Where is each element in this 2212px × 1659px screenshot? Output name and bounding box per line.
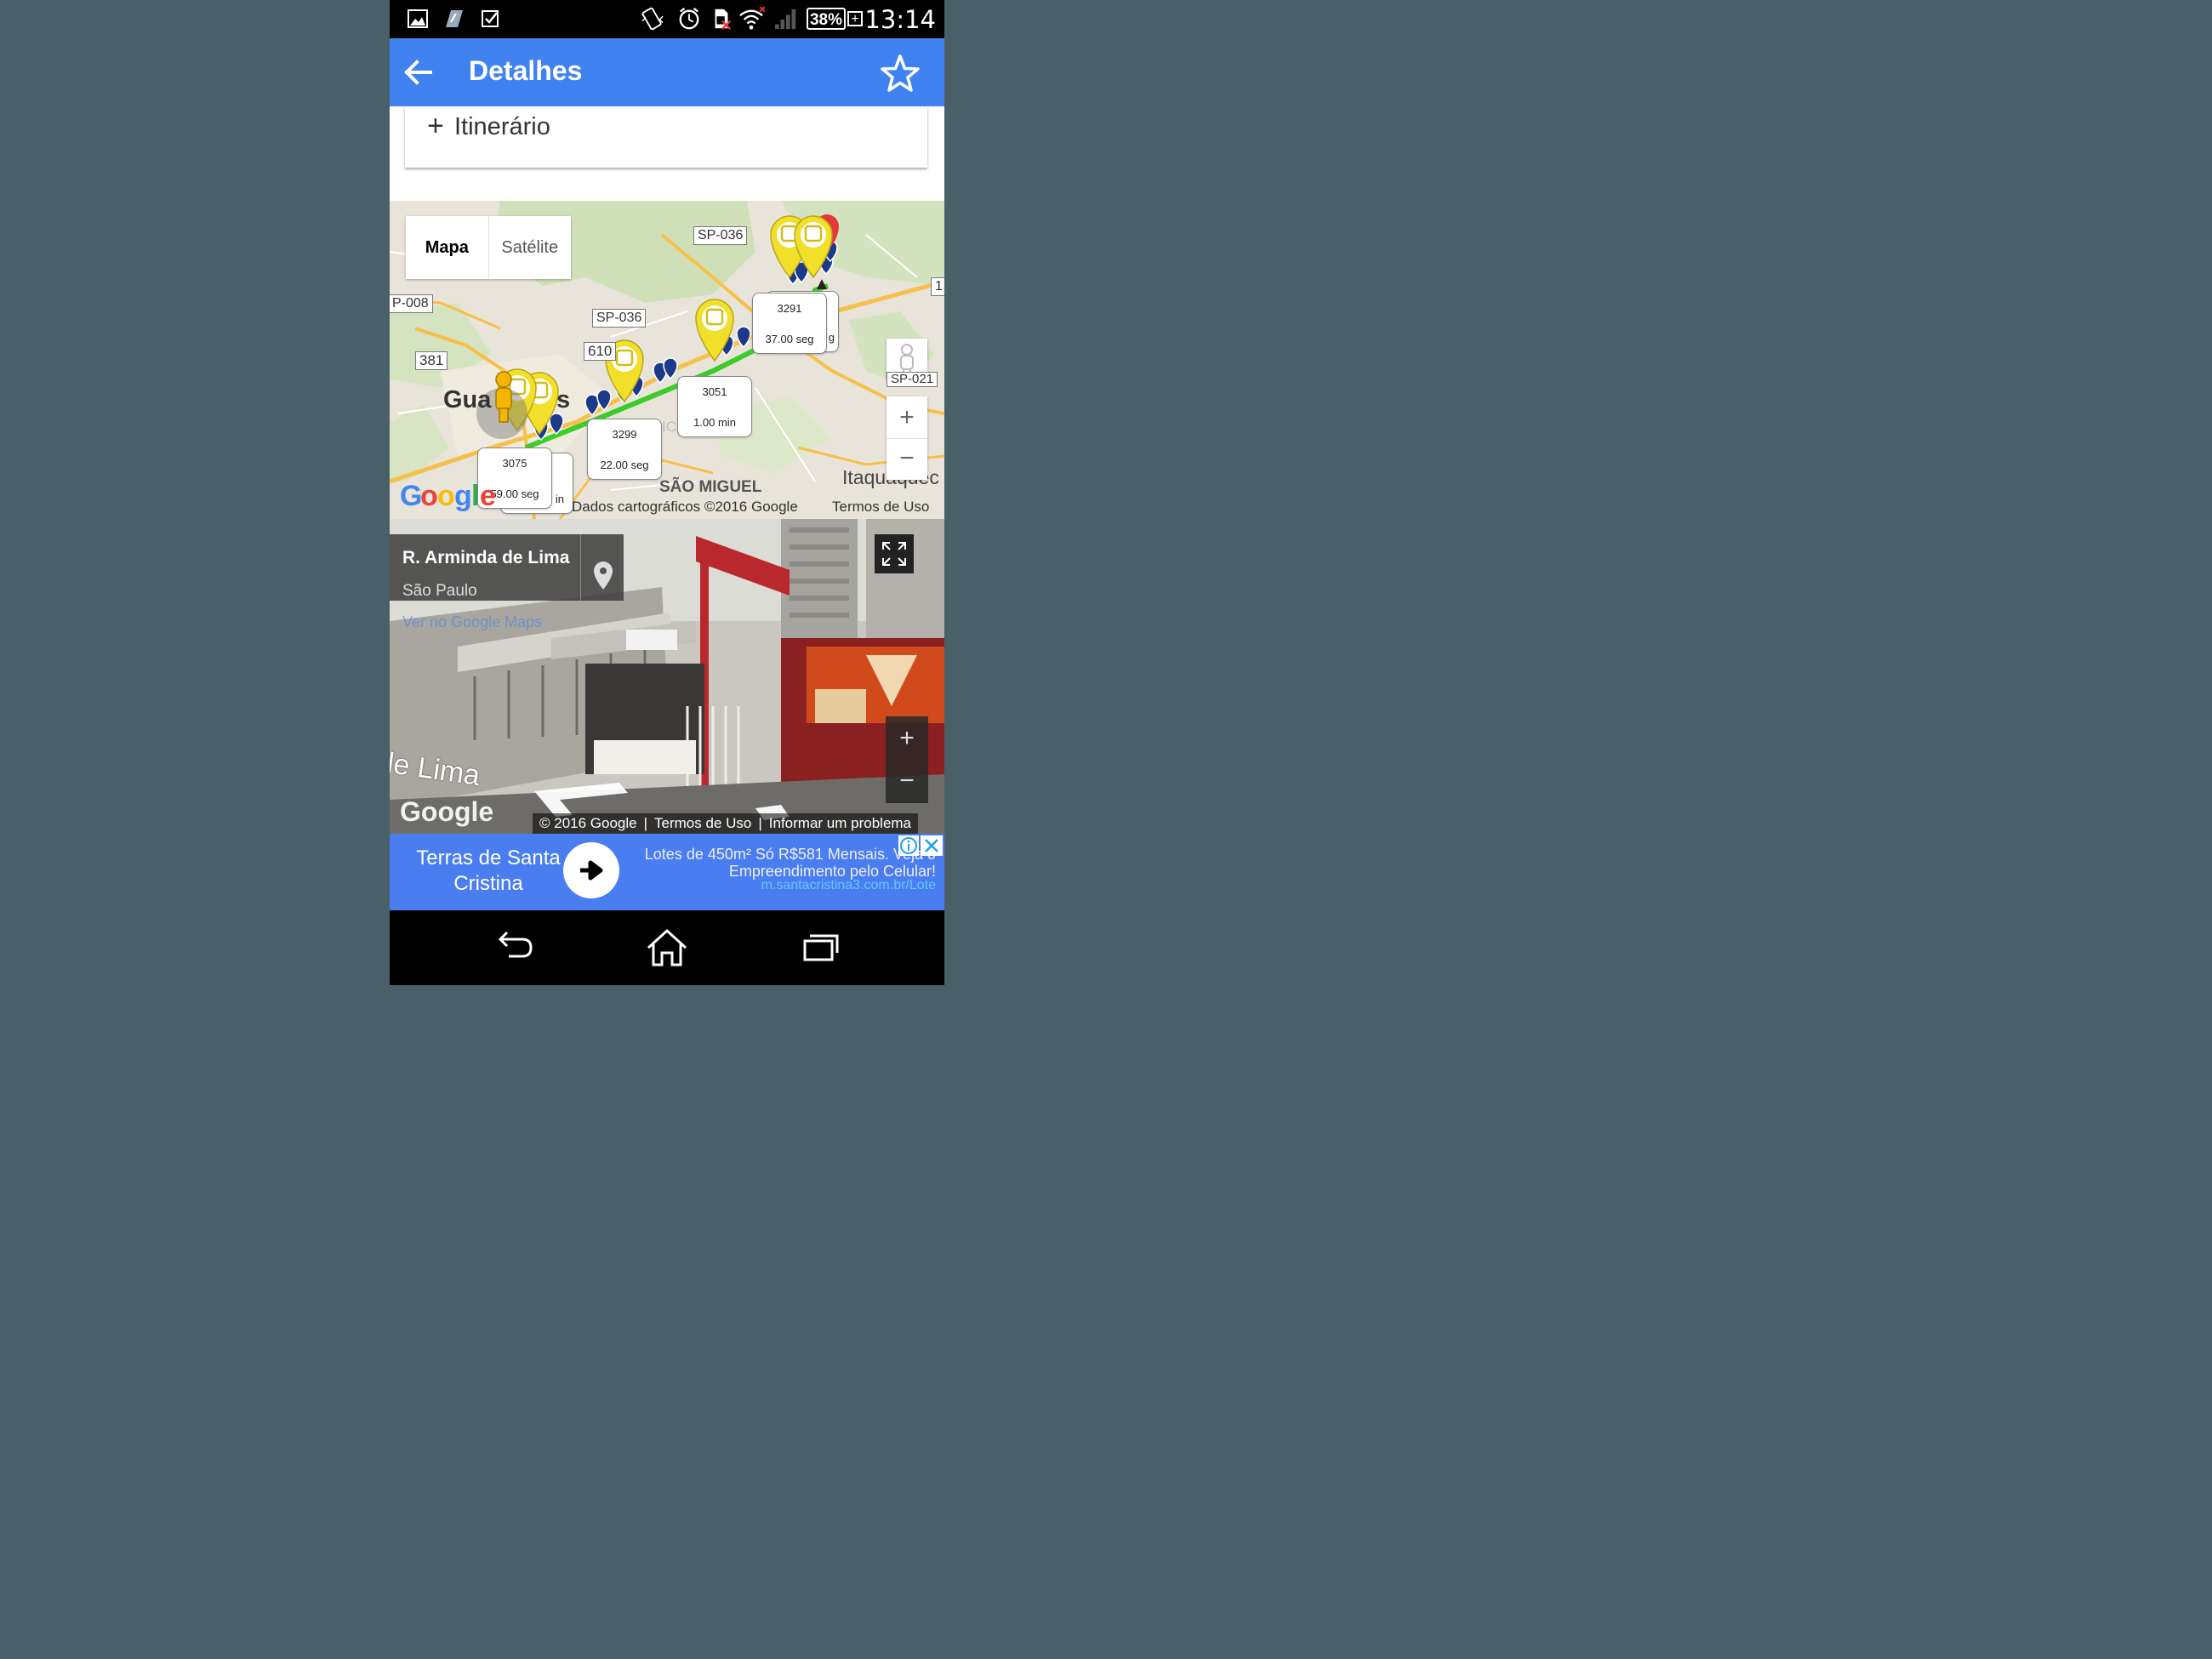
- alarm-icon: [679, 7, 699, 30]
- ad-banner[interactable]: Terras de Santa Cristina Lotes de 450m² …: [390, 834, 944, 910]
- street-view-copyright: © 2016 Google: [539, 815, 637, 831]
- google-logo-graphic: G o o g l e: [400, 480, 496, 512]
- street-view-terms-link[interactable]: Termos de Uso: [654, 815, 751, 832]
- info-icon: [900, 837, 917, 854]
- back-arrow-icon[interactable]: [400, 54, 437, 91]
- map-type-toggle[interactable]: Mapa Satélite: [406, 216, 571, 279]
- svg-text:o: o: [420, 480, 437, 512]
- nav-back-icon[interactable]: [492, 926, 539, 970]
- itinerary-label[interactable]: Itinerário: [454, 113, 550, 141]
- clock: 13:14: [864, 5, 936, 34]
- svg-text:o: o: [437, 480, 454, 512]
- road-label: SP-036: [592, 309, 647, 328]
- road-label: 381: [415, 351, 448, 370]
- street-view-google-logo: Google: [400, 796, 494, 827]
- map-attribution: Dados cartográficos ©2016 Google: [572, 499, 798, 515]
- svg-text:e: e: [480, 480, 495, 512]
- svg-text:l: l: [471, 480, 478, 512]
- street-view-zoom-control[interactable]: + −: [886, 716, 928, 803]
- street-view-zoom-out-button[interactable]: −: [886, 760, 928, 803]
- road-label: P-008: [390, 294, 433, 313]
- close-icon: [925, 839, 938, 852]
- stop-id: 3075: [502, 457, 527, 470]
- wifi-icon: [739, 7, 766, 30]
- street-view-address-card: R. Arminda de Lima São Paulo Ver no Goog…: [390, 534, 624, 630]
- place-label: Gua: [443, 386, 492, 413]
- checkbox-icon: [482, 10, 499, 27]
- expand-icon: [882, 542, 906, 566]
- ad-description[interactable]: Lotes de 450m² Só R$581 Mensais. Veja o …: [630, 846, 936, 880]
- place-label: SÃO MIGUEL: [659, 478, 762, 496]
- road-label: 610: [584, 342, 617, 361]
- fullscreen-button[interactable]: [875, 534, 914, 573]
- ad-close-button[interactable]: [921, 835, 943, 856]
- stop-id: 3291: [777, 302, 802, 315]
- street-view-panorama[interactable]: le Lima Google R. Arminda de Lima São Pa…: [390, 519, 944, 834]
- stop-id: 3051: [702, 385, 727, 398]
- stop-id: 3299: [612, 428, 637, 441]
- stop-time: 1.00 min: [693, 416, 736, 429]
- ad-info-button[interactable]: [898, 835, 919, 856]
- ad-cta-button[interactable]: [563, 842, 619, 898]
- image-icon: [408, 9, 428, 28]
- divider: |: [643, 815, 648, 831]
- street-view-city: São Paulo: [402, 582, 477, 600]
- status-bar: 38% + 13:14: [390, 0, 944, 38]
- road-label: SP-036: [693, 226, 748, 245]
- road-label: 1: [931, 277, 944, 296]
- stop-time: in: [555, 493, 564, 505]
- expand-plus-icon[interactable]: +: [427, 110, 444, 143]
- location-pin-icon: [594, 562, 613, 590]
- divider: |: [758, 815, 762, 831]
- nav-home-icon[interactable]: [643, 926, 691, 970]
- stop-info-bubble[interactable]: 3051 1.00 min: [677, 376, 752, 437]
- stop-time: g: [828, 331, 835, 344]
- nav-recents-icon[interactable]: [798, 926, 846, 970]
- charging-indicator: +: [847, 11, 863, 26]
- map-app-icon: [446, 10, 463, 27]
- map-type-satellite-button[interactable]: Satélite: [489, 216, 572, 279]
- sd-card-icon: [715, 9, 732, 30]
- page-title: Detalhes: [469, 55, 583, 86]
- street-view-zoom-in-button[interactable]: +: [886, 716, 928, 760]
- stop-info-bubble[interactable]: 3291 37.00 seg: [752, 293, 827, 354]
- app-bar: Detalhes: [390, 38, 944, 106]
- svg-text:G: G: [400, 480, 421, 512]
- stop-info-bubble[interactable]: 3299 22.00 seg: [587, 419, 662, 480]
- street-view-pin-button[interactable]: [580, 534, 624, 601]
- signal-icon: [774, 9, 796, 30]
- stop-time: 37.00 seg: [765, 333, 814, 345]
- route-map[interactable]: Mapa Satélite SP-036 SP-036 P-008 381 61…: [390, 201, 944, 519]
- itinerary-card[interactable]: + Itinerário: [405, 106, 927, 168]
- street-view-footer: © 2016 Google | Termos de Uso | Informar…: [533, 813, 919, 834]
- map-type-map-button[interactable]: Mapa: [406, 216, 489, 279]
- favorite-star-icon[interactable]: [880, 53, 921, 94]
- system-nav-bar: [390, 910, 944, 985]
- zoom-out-button[interactable]: −: [887, 439, 927, 480]
- phone-screen: 38% + 13:14 Detalhes + Itinerário Mapa S…: [390, 0, 944, 985]
- google-logo: G o o g l e: [400, 478, 502, 519]
- open-in-google-maps-link[interactable]: Ver no Google Maps: [402, 613, 542, 631]
- stop-time: 22.00 seg: [600, 459, 649, 471]
- road-label: SP-021: [887, 372, 938, 387]
- ad-title[interactable]: Terras de Santa Cristina: [408, 846, 568, 897]
- map-zoom-control[interactable]: + −: [887, 396, 927, 480]
- svg-text:g: g: [454, 480, 471, 512]
- place-label: s: [556, 386, 571, 413]
- report-problem-link[interactable]: Informar um problema: [769, 815, 911, 832]
- zoom-in-button[interactable]: +: [887, 396, 927, 439]
- arrow-right-icon: [580, 860, 603, 881]
- ad-url[interactable]: m.santacristina3.com.br/Lote: [761, 878, 936, 893]
- vibrate-icon: [641, 7, 664, 31]
- street-view-street: R. Arminda de Lima: [402, 548, 570, 567]
- map-terms-link[interactable]: Termos de Uso: [832, 499, 929, 516]
- battery-indicator: 38%: [807, 8, 846, 30]
